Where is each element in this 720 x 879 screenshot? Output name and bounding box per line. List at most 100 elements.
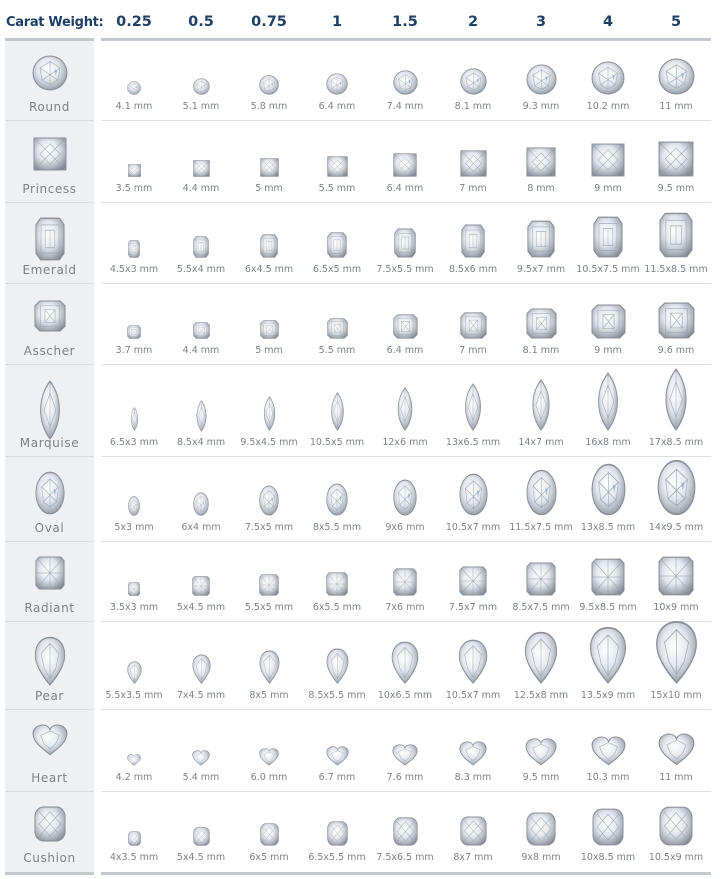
diamond-stone-marquise <box>167 399 235 432</box>
size-label: 7.5x6.5 mm <box>376 852 434 863</box>
diamond-stone-pear <box>167 654 235 685</box>
size-label: 4.1 mm <box>115 101 153 112</box>
size-label: 10x9 mm <box>653 602 699 613</box>
diamond-stone-round <box>642 58 710 95</box>
diamond-stone-oval <box>303 483 371 516</box>
row-divider <box>101 541 711 542</box>
diamond-stone-marquise <box>507 379 575 432</box>
heart-diamond-icon <box>5 724 94 756</box>
diamond-stone-round <box>235 75 303 96</box>
diamond-stone-pear <box>303 648 371 684</box>
size-label: 8.5x7.5 mm <box>512 602 570 613</box>
diamond-stone-cushion <box>100 830 168 846</box>
size-label: 6.5x3 mm <box>109 437 159 448</box>
diamond-stone-round <box>507 64 575 95</box>
diamond-stone-pear <box>235 650 303 684</box>
row-divider <box>5 709 94 710</box>
diamond-stone-round <box>574 61 642 95</box>
size-label: 6x4.5 mm <box>244 264 294 275</box>
size-label: 5.5 mm <box>318 183 356 194</box>
shape-name: Cushion <box>23 851 76 865</box>
diamond-stone-marquise <box>371 386 439 431</box>
diamond-stone-pear <box>642 620 710 684</box>
size-label: 9x6 mm <box>385 522 425 533</box>
size-label: 5x4.5 mm <box>176 852 226 863</box>
carat-header-row: Carat Weight: 0.25 0.5 0.75 1 1.5 2 3 4 5 <box>0 0 720 38</box>
diamond-stone-asscher <box>303 318 371 339</box>
diamond-stone-emerald <box>642 212 710 258</box>
diamond-stone-princess <box>371 153 439 177</box>
size-label: 8x7 mm <box>453 852 493 863</box>
diamond-stone-emerald <box>574 216 642 258</box>
size-label: 9.3 mm <box>522 101 560 112</box>
diamond-stone-emerald <box>235 234 303 258</box>
emerald-diamond-icon <box>5 217 94 261</box>
diamond-stone-oval <box>371 479 439 516</box>
diamond-stone-round <box>303 73 371 96</box>
diamond-stone-asscher <box>371 314 439 339</box>
diamond-stone-round <box>371 70 439 95</box>
size-label: 7.4 mm <box>386 101 424 112</box>
size-label: 11 mm <box>659 101 693 112</box>
size-label: 15x10 mm <box>650 690 702 701</box>
size-label: 6.4 mm <box>386 183 424 194</box>
size-label: 11.5x7.5 mm <box>509 522 573 533</box>
carat-column-header: 0.5 <box>188 14 214 30</box>
divider <box>101 872 711 875</box>
size-label: 14x7 mm <box>518 437 564 448</box>
diamond-stone-cushion <box>371 817 439 846</box>
size-label: 3.7 mm <box>115 345 153 356</box>
size-label: 7 mm <box>459 345 487 356</box>
carat-column-header: 2 <box>467 14 479 30</box>
diamond-stone-radiant <box>303 572 371 596</box>
size-label: 6.5x5.5 mm <box>308 852 366 863</box>
divider <box>101 38 711 41</box>
diamond-stone-oval <box>167 491 235 516</box>
size-label: 6x5 mm <box>249 852 289 863</box>
shape-name: Princess <box>22 182 77 196</box>
diamond-stone-heart <box>371 743 439 766</box>
size-label: 9x8 mm <box>521 852 561 863</box>
shape-name: Oval <box>34 521 65 535</box>
diamond-stone-marquise <box>235 395 303 431</box>
size-label: 5x4.5 mm <box>176 602 226 613</box>
pear-diamond-icon <box>5 636 94 686</box>
size-label: 8.5x4 mm <box>176 437 226 448</box>
cushion-diamond-icon <box>5 806 94 842</box>
size-label: 5.5x3.5 mm <box>105 690 163 701</box>
diamond-stone-emerald <box>371 228 439 258</box>
divider <box>5 872 94 875</box>
diamond-stone-radiant <box>439 566 507 596</box>
carat-column-header: 1.5 <box>392 14 418 30</box>
diamond-stone-asscher <box>235 320 303 339</box>
size-label: 6.4 mm <box>318 101 356 112</box>
diamond-stone-marquise <box>100 406 168 431</box>
diamond-stone-cushion <box>235 823 303 846</box>
marquise-diamond-icon <box>5 380 94 440</box>
diamond-stone-asscher <box>507 308 575 339</box>
size-label: 9.5 mm <box>657 183 695 194</box>
diamond-stone-princess <box>642 141 710 177</box>
diamond-stone-round <box>167 78 235 95</box>
diamond-stone-oval <box>439 473 507 516</box>
carat-column-header: 0.25 <box>116 14 152 30</box>
size-label: 13.5x9 mm <box>580 690 636 701</box>
shape-name: Pear <box>35 689 64 703</box>
size-label: 9.5x7 mm <box>516 264 566 275</box>
princess-diamond-icon <box>5 137 94 171</box>
diamond-stone-marquise <box>574 371 642 431</box>
size-label: 8.3 mm <box>454 772 492 783</box>
row-divider <box>5 364 94 365</box>
diamond-stone-radiant <box>507 562 575 596</box>
size-label: 6.0 mm <box>250 772 288 783</box>
row-divider <box>101 202 711 203</box>
diamond-stone-cushion <box>642 806 710 846</box>
diamond-stone-pear <box>439 639 507 685</box>
diamond-stone-cushion <box>303 821 371 846</box>
diamond-stone-round <box>439 68 507 95</box>
diamond-stone-radiant <box>100 582 168 596</box>
diamond-stone-radiant <box>642 556 710 596</box>
diamond-stone-princess <box>100 163 168 177</box>
size-label: 4x3.5 mm <box>109 852 159 863</box>
size-label: 11.5x8.5 mm <box>644 264 708 275</box>
